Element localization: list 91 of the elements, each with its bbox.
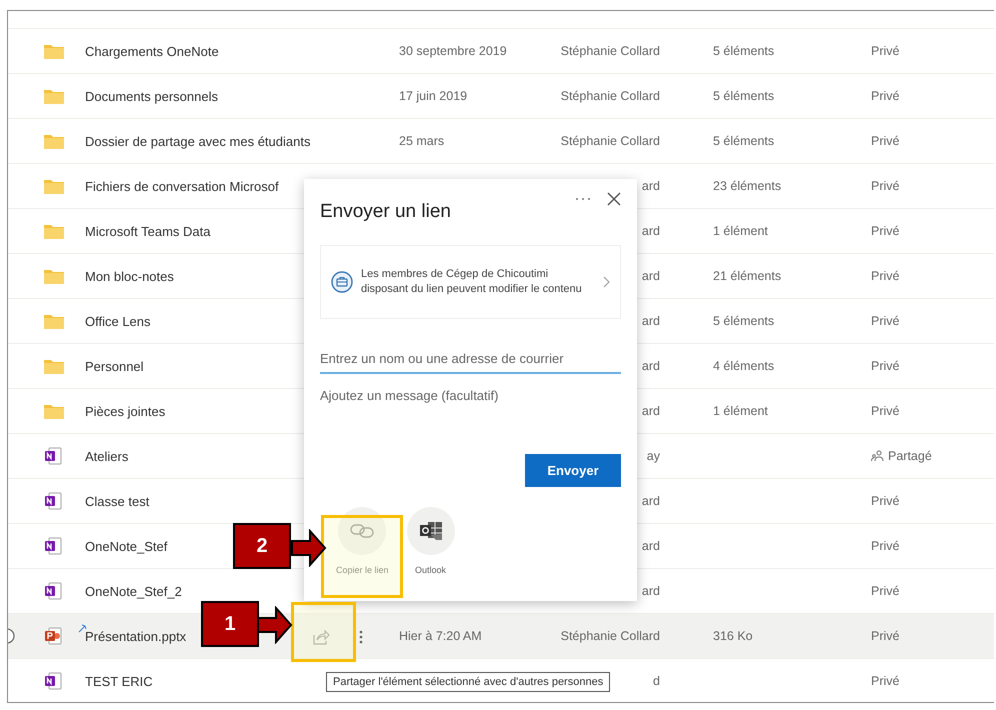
file-size: 5 éléments — [713, 314, 774, 328]
modified-by: ard — [642, 494, 660, 508]
callout-arrow — [257, 606, 293, 644]
callout-arrow — [291, 529, 327, 567]
file-name[interactable]: Personnel — [85, 358, 144, 374]
sharing-status: Privé — [871, 134, 900, 148]
file-name[interactable]: TEST ERIC — [85, 674, 153, 688]
file-name[interactable]: OneNote_Stef — [85, 538, 168, 554]
sharing-status: Privé — [871, 89, 900, 103]
modified-date: Hier à 7:20 AM — [399, 629, 482, 643]
step-number: 1 — [201, 601, 259, 647]
file-name[interactable]: Chargements OneNote — [85, 44, 219, 58]
file-size: 1 élément — [713, 404, 768, 418]
notebook-icon — [44, 582, 62, 600]
step-number: 2 — [233, 523, 291, 569]
file-name[interactable]: OneNote_Stef_2 — [85, 584, 182, 598]
file-size: 5 éléments — [713, 89, 774, 103]
modified-by: ard — [642, 224, 660, 238]
link-settings-button[interactable]: Les membres de Cégep de Chicoutimi disposant du lien peuvent modifier le contenu — [320, 245, 621, 319]
modified-by: ard — [642, 314, 660, 328]
file-name[interactable]: Mon bloc-notes — [85, 268, 174, 284]
folder-icon — [44, 268, 64, 284]
file-name[interactable]: Documents personnels — [85, 88, 218, 104]
sharing-status: Privé — [871, 179, 900, 193]
file-size: 316 Ko — [713, 629, 753, 643]
file-size: 5 éléments — [713, 44, 774, 58]
presentation-file-icon — [44, 627, 62, 645]
more-icon[interactable] — [575, 197, 591, 201]
modified-by: ay — [646, 449, 660, 463]
modified-by: ard — [642, 584, 660, 598]
modified-by: Stéphanie Collard — [560, 629, 660, 643]
notebook-icon — [44, 537, 62, 555]
file-name[interactable]: Classe test — [85, 494, 150, 508]
chevron-right-icon — [603, 276, 610, 288]
sharing-status: Privé — [871, 224, 900, 238]
sharing-status: Privé — [871, 44, 900, 58]
modified-date: 25 mars — [399, 134, 444, 148]
sharing-status: Privé — [871, 584, 900, 598]
modified-by: ard — [642, 179, 660, 193]
folder-icon — [44, 358, 64, 374]
modified-date: 30 septembre 2019 — [399, 44, 507, 58]
file-name[interactable]: Ateliers — [85, 448, 128, 464]
modified-date: 17 juin 2019 — [399, 89, 468, 103]
sharing-status: Privé — [871, 539, 900, 553]
briefcase-icon — [331, 271, 353, 293]
modified-by: ard — [642, 404, 660, 418]
sharing-status: Privé — [871, 359, 900, 373]
link-icon — [350, 523, 374, 539]
file-size: 21 éléments — [713, 269, 782, 283]
modified-by: d — [653, 674, 660, 688]
modified-by: Stéphanie Collard — [560, 89, 660, 103]
folder-icon — [44, 88, 64, 104]
dialog-title: Envoyer un lien — [320, 201, 452, 223]
file-name[interactable]: Office Lens — [85, 314, 151, 328]
sharing-status: Privé — [871, 314, 900, 328]
modified-by: ard — [642, 359, 660, 373]
sharing-status: Privé — [871, 494, 900, 508]
modified-by: ard — [642, 539, 660, 553]
close-icon[interactable] — [607, 192, 621, 206]
new-item-icon — [78, 624, 87, 633]
notebook-icon — [44, 672, 62, 690]
sharing-status: Privé — [871, 404, 900, 418]
sharing-status: Partagé — [888, 449, 932, 463]
send-button[interactable]: Envoyer — [525, 454, 621, 487]
modified-by: Stéphanie Collard — [560, 44, 660, 58]
notebook-icon — [44, 492, 62, 510]
notebook-icon — [44, 447, 62, 465]
file-name[interactable]: Microsoft Teams Data — [85, 224, 210, 238]
folder-icon — [44, 43, 64, 59]
folder-icon — [44, 403, 64, 419]
file-name[interactable]: Fichiers de conversation Microsof — [85, 178, 279, 194]
file-name[interactable]: Pièces jointes — [85, 404, 166, 418]
folder-icon — [44, 133, 64, 149]
tooltip: Partager l'élément sélectionné avec d'autres personnes — [326, 672, 610, 692]
mail-app-icon — [418, 520, 443, 542]
modified-by: Stéphanie Collard — [560, 134, 660, 148]
folder-icon — [44, 313, 64, 329]
more-icon[interactable] — [359, 629, 363, 645]
file-size: 5 éléments — [713, 134, 774, 148]
sharing-status: Privé — [871, 269, 900, 283]
file-name[interactable]: Présentation.pptx — [85, 628, 186, 644]
highlight-frame — [291, 602, 356, 662]
file-size: 1 élément — [713, 224, 768, 238]
modified-by: ard — [642, 269, 660, 283]
folder-icon — [44, 178, 64, 194]
file-name[interactable]: Dossier de partage avec mes étudiants — [85, 134, 310, 148]
file-size: 23 éléments — [713, 179, 782, 193]
file-size: 4 éléments — [713, 359, 774, 373]
sharing-status: Privé — [871, 674, 900, 688]
sharing-status: Privé — [871, 629, 900, 643]
folder-icon — [44, 223, 64, 239]
